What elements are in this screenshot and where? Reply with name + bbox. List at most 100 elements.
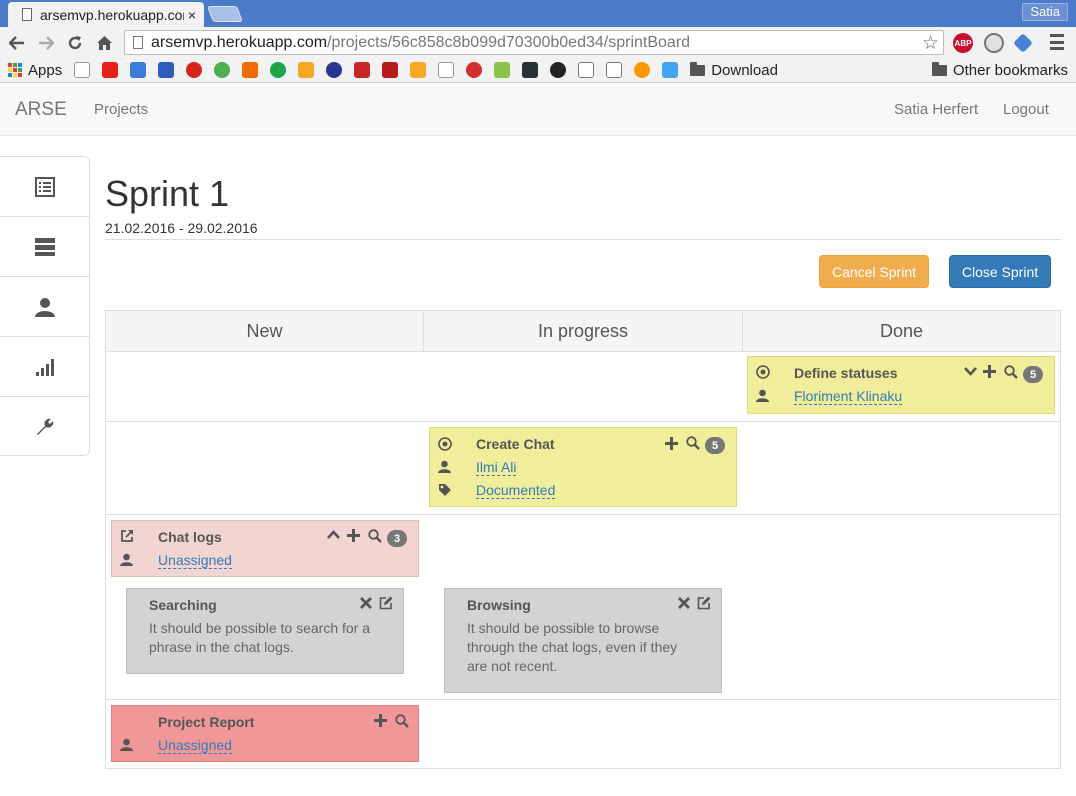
sidebar-item-backlog[interactable] [0,157,89,217]
browser-toolbar: arsemvp.herokuapp.com/projects/56c858c8b… [0,27,1076,58]
page-icon [22,8,32,21]
search-icon[interactable] [395,714,409,728]
assignee-link[interactable]: Ilmi Ali [476,460,517,476]
target-icon [438,437,452,451]
close-sprint-button[interactable]: Close Sprint [949,255,1051,288]
nav-projects[interactable]: Projects [94,101,148,118]
amazon-icon[interactable] [438,62,455,78]
row-divider [106,421,1060,422]
page-icon[interactable] [606,62,623,78]
sidebar-item-sprints[interactable] [0,217,89,277]
url-host: arsemvp.herokuapp.com [151,33,328,51]
bookmark-icon[interactable] [662,62,679,78]
plus-icon[interactable] [347,529,360,542]
tab-close-icon[interactable]: × [188,7,196,23]
home-icon[interactable] [92,31,116,55]
brand[interactable]: ARSE [15,99,67,121]
search-icon[interactable] [368,529,382,543]
bookmark-star-icon[interactable]: ☆ [922,32,939,55]
magnifier-extension-icon[interactable] [984,33,1004,53]
target-icon [756,365,770,379]
card-title: Chat logs [158,529,222,545]
task-card-browsing[interactable]: Browsing It should be possible to browse… [444,588,722,693]
sidebar [0,156,90,456]
bookmark-folder-other[interactable]: Other bookmarks [931,62,1068,79]
row-divider [106,699,1060,700]
bookmark-icon[interactable] [270,62,287,78]
story-points-badge: 5 [1023,366,1043,383]
bookmark-icon[interactable] [410,62,427,78]
bookmark-icon[interactable] [522,62,539,78]
story-card-project-report[interactable]: Project Report Unassigned [111,705,419,762]
plus-icon[interactable] [374,714,387,727]
story-points-badge: 3 [387,530,407,547]
plus-icon[interactable] [983,365,996,378]
back-icon[interactable] [5,31,29,55]
bookmark-icon[interactable] [634,62,651,78]
tab-title: arsemvp.herokuapp.com/projects/56c858c8b… [40,6,184,23]
card-title: Project Report [158,714,255,730]
nav-user[interactable]: Satia Herfert [894,101,978,118]
remove-icon[interactable] [360,597,372,609]
plus-icon[interactable] [665,437,678,450]
new-tab-button[interactable] [207,6,243,22]
user-icon [120,553,133,566]
story-card-chat-logs[interactable]: Chat logs 3 Unassigned [111,520,419,577]
edit-icon[interactable] [697,596,711,610]
address-bar[interactable]: arsemvp.herokuapp.com/projects/56c858c8b… [124,30,944,55]
bookmark-icon[interactable] [298,62,315,78]
bookmark-icon[interactable] [550,62,567,78]
cancel-sprint-button[interactable]: Cancel Sprint [819,255,929,288]
forward-icon[interactable] [34,31,58,55]
nav-logout[interactable]: Logout [1003,101,1049,118]
tag-link[interactable]: Documented [476,483,556,499]
bookmark-icon[interactable] [130,62,147,78]
page-icon[interactable] [578,62,595,78]
edit-icon[interactable] [379,596,393,610]
reload-icon[interactable] [63,31,87,55]
wikipedia-icon[interactable] [74,62,91,78]
adblock-icon[interactable]: ABP [953,33,973,53]
bookmark-folder-download[interactable]: Download [690,61,778,79]
sidebar-item-members[interactable] [0,277,89,337]
bookmark-icon[interactable] [158,62,175,78]
user-icon [756,389,769,402]
sidebar-item-settings[interactable] [0,397,89,457]
bookmark-other-label: Other bookmarks [952,62,1068,79]
search-icon[interactable] [686,436,700,450]
stats-icon [35,358,54,376]
assignee-link[interactable]: Unassigned [158,553,232,569]
remove-icon[interactable] [678,597,690,609]
bookmark-icon[interactable] [382,62,399,78]
sidebar-item-stats[interactable] [0,337,89,397]
assignee-link[interactable]: Floriment Klinaku [794,389,903,405]
external-link-icon[interactable] [120,529,134,543]
bookmark-icon[interactable] [326,62,343,78]
bookmark-icon[interactable] [494,62,511,78]
bookmark-icon[interactable] [214,62,231,78]
task-card-searching[interactable]: Searching It should be possible to searc… [126,588,404,674]
youtube-icon[interactable] [102,62,119,78]
bookmark-icon[interactable] [186,62,203,78]
chrome-menu-icon[interactable] [1050,34,1064,50]
card-title: Browsing [467,597,531,613]
story-card-create-chat[interactable]: Create Chat 5 Ilmi Ali Documented [429,427,737,507]
bookmark-apps-label: Apps [28,61,63,79]
browser-tab[interactable]: arsemvp.herokuapp.com/projects/56c858c8b… [8,2,204,27]
assignee-link[interactable]: Unassigned [158,738,232,754]
chevron-up-icon[interactable] [327,530,340,540]
chevron-down-icon[interactable] [964,366,977,376]
bookmark-icon[interactable] [466,62,483,78]
tag-icon [438,483,452,497]
sprint-dates: 21.02.2016 - 29.02.2016 [105,220,258,236]
extension-icon[interactable] [1013,33,1033,53]
bookmark-apps[interactable]: Apps [8,62,62,79]
user-icon [438,460,451,473]
bookmark-icon[interactable] [354,62,371,78]
story-card-define-statuses[interactable]: Define statuses 5 Floriment Klinaku [747,356,1055,414]
search-icon[interactable] [1004,365,1018,379]
list-icon [34,176,55,197]
page-icon [133,36,143,49]
profile-button[interactable]: Satia [1022,3,1068,21]
bookmark-icon[interactable] [242,62,259,78]
